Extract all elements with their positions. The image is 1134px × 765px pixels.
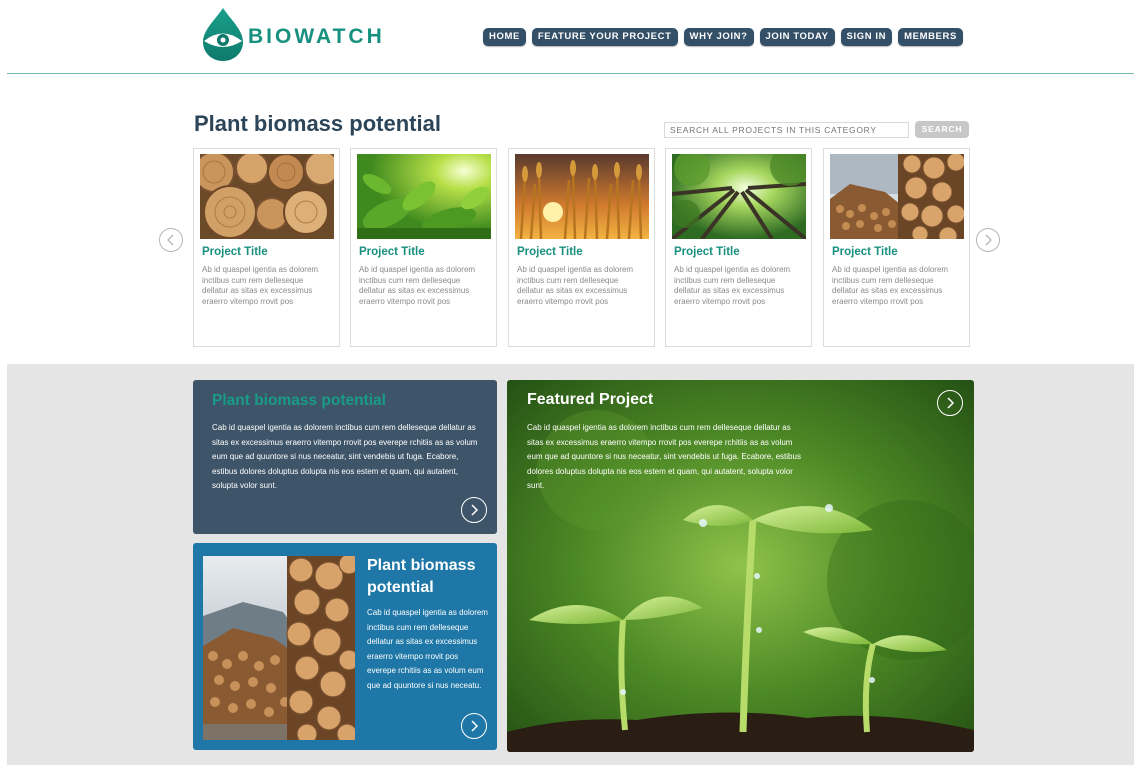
panel-text: Cab id quaspel igentia as dolorem inctib… — [212, 423, 478, 490]
chevron-right-icon — [471, 504, 479, 516]
project-image-wheat-sunset[interactable] — [515, 154, 649, 239]
featured-project-panel[interactable]: Featured Project Cab id quaspel igentia … — [507, 380, 974, 752]
chevron-left-icon — [167, 234, 174, 246]
featured-title: Featured Project — [527, 391, 654, 408]
carousel-next-button[interactable] — [976, 228, 1000, 252]
project-image-forest-canopy[interactable] — [672, 154, 806, 239]
project-description: Ab id quaspel igentia as dolorem inctibu… — [674, 265, 791, 306]
project-image-log-ends[interactable] — [200, 154, 334, 239]
header-divider — [7, 73, 1134, 74]
project-card[interactable]: Project Title Ab id quaspel igentia as d… — [508, 148, 655, 347]
carousel-prev-button[interactable] — [159, 228, 183, 252]
chevron-right-icon — [947, 397, 955, 409]
panel-dark-next-button[interactable] — [461, 497, 487, 523]
panel-title: Plant biomass potential — [212, 392, 386, 409]
project-description: Ab id quaspel igentia as dolorem inctibu… — [832, 265, 949, 306]
search-button[interactable]: SEARCH — [915, 121, 969, 138]
nav-join-today[interactable]: JOIN TODAY — [759, 28, 835, 46]
category-title: Plant biomass potential — [194, 111, 441, 136]
panel-blue-next-button[interactable] — [461, 713, 487, 739]
panel-title: Plant biomass potential — [367, 557, 476, 596]
nav-members[interactable]: MEMBERS — [898, 28, 963, 46]
project-description: Ab id quaspel igentia as dolorem inctibu… — [359, 265, 476, 306]
project-card[interactable]: Project Title Ab id quaspel igentia as d… — [665, 148, 812, 347]
chevron-right-icon — [471, 720, 479, 732]
nav-feature-your-project[interactable]: FEATURE YOUR PROJECT — [531, 28, 678, 46]
featured-next-button[interactable] — [937, 390, 963, 416]
category-search-input[interactable] — [664, 122, 909, 138]
biowatch-logo[interactable] — [201, 6, 251, 62]
project-description: Ab id quaspel igentia as dolorem inctibu… — [517, 265, 634, 306]
project-description: Ab id quaspel igentia as dolorem inctibu… — [202, 265, 319, 306]
nav-sign-in[interactable]: SIGN IN — [840, 28, 893, 46]
project-image-timber-stack[interactable] — [830, 154, 964, 239]
chevron-right-icon — [985, 234, 992, 246]
nav-home[interactable]: HOME — [483, 28, 526, 46]
site-header: BIOWATCH HOME FEATURE YOUR PROJECT WHY J… — [0, 0, 1134, 74]
project-card[interactable]: Project Title Ab id quaspel igentia as d… — [823, 148, 970, 347]
logo-text: BIOWATCH — [248, 25, 385, 48]
main-nav: HOME FEATURE YOUR PROJECT WHY JOIN? JOIN… — [483, 28, 963, 46]
info-panel-blue[interactable]: Plant biomass potential Cab id quaspel i… — [193, 543, 497, 750]
project-image-green-leaves[interactable] — [357, 154, 491, 239]
nav-why-join[interactable]: WHY JOIN? — [683, 28, 754, 46]
timber-pile-image — [203, 556, 355, 740]
project-title[interactable]: Project Title — [517, 246, 583, 258]
eye-drop-icon — [203, 8, 243, 61]
project-title[interactable]: Project Title — [359, 246, 425, 258]
featured-text: Cab id quaspel igentia as dolorem inctib… — [527, 423, 801, 490]
project-title[interactable]: Project Title — [202, 246, 268, 258]
project-card[interactable]: Project Title Ab id quaspel igentia as d… — [350, 148, 497, 347]
project-title[interactable]: Project Title — [674, 246, 740, 258]
project-card[interactable]: Project Title Ab id quaspel igentia as d… — [193, 148, 340, 347]
panel-text: Cab id quaspel igentia as dolorem inctib… — [367, 608, 488, 690]
info-panel-dark[interactable]: Plant biomass potential Cab id quaspel i… — [193, 380, 497, 534]
project-title[interactable]: Project Title — [832, 246, 898, 258]
